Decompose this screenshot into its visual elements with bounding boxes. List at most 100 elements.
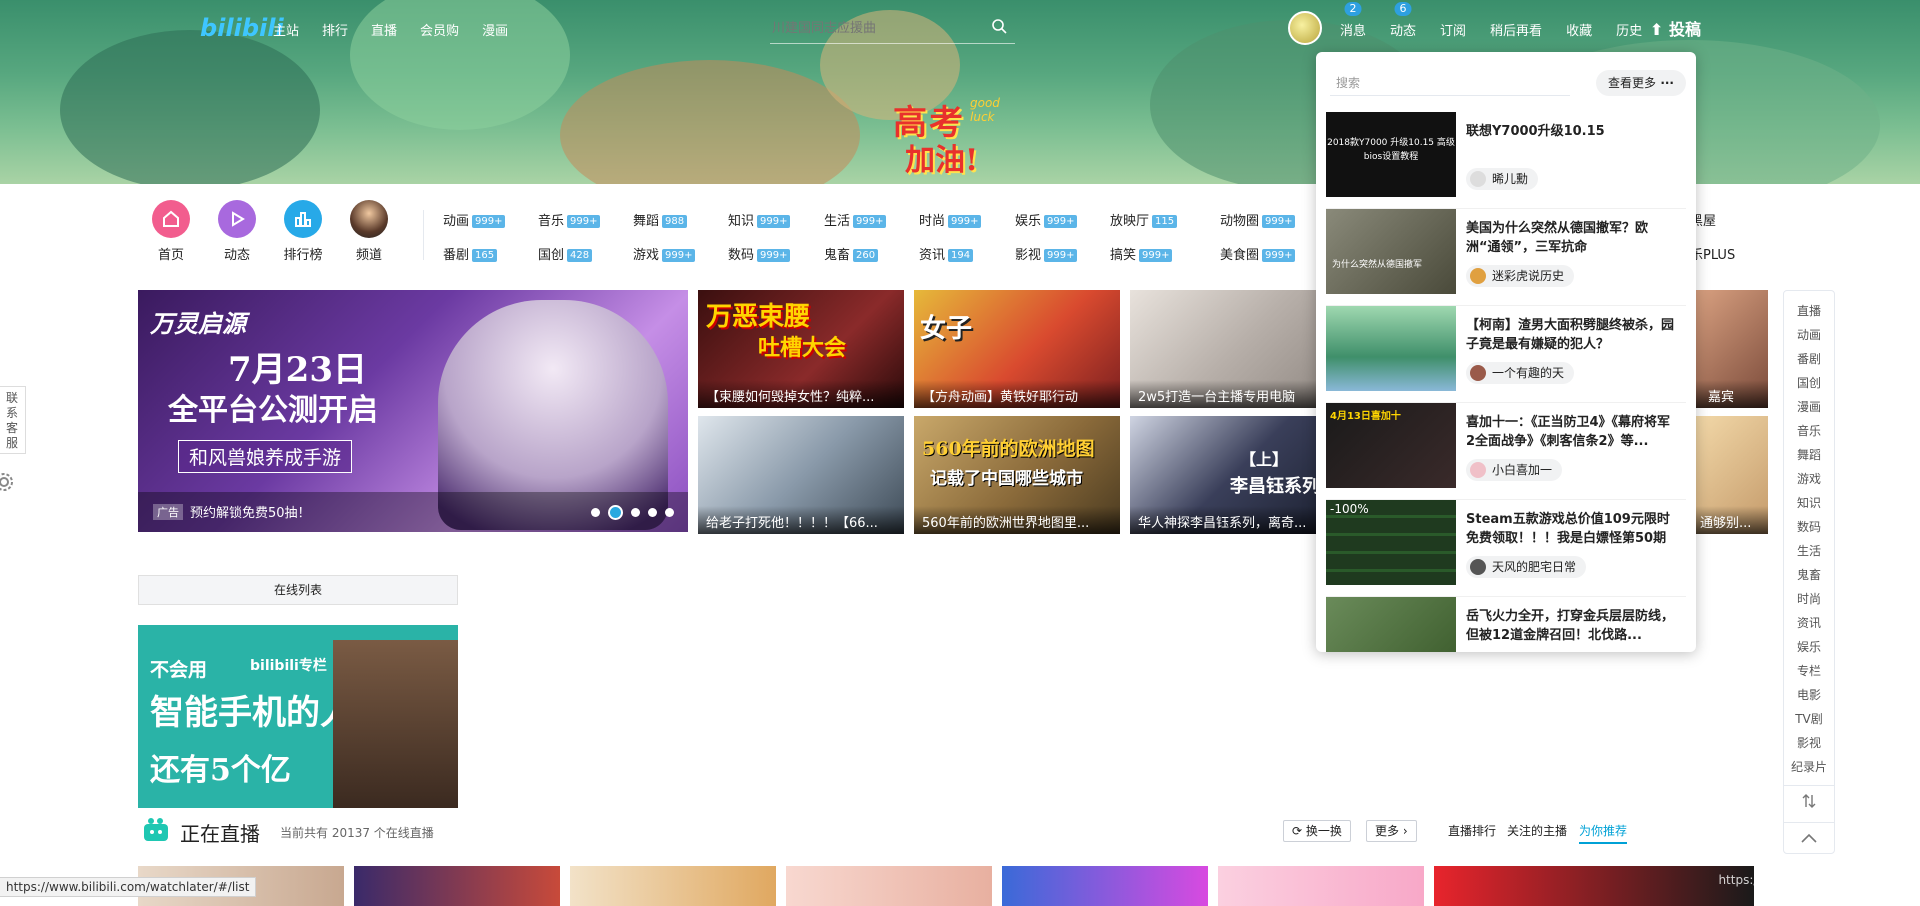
banner-carousel[interactable]: 万灵启源 7月23日 全平台公测开启 和风兽娘养成手游 广告 预约解锁免费50抽… xyxy=(138,290,688,532)
side-nav-item[interactable]: 时尚 xyxy=(1784,587,1834,611)
sort-icon[interactable] xyxy=(1784,786,1834,816)
video-card[interactable]: 【上】 李昌钰系列 华人神探李昌钰系列，离奇... xyxy=(1130,416,1336,534)
watch-later-search-input[interactable]: 搜索 xyxy=(1330,70,1570,96)
live-room-card[interactable] xyxy=(1002,866,1208,906)
refresh-button[interactable]: ⟳ 换一换 xyxy=(1283,820,1351,842)
video-title[interactable]: 美国为什么突然从德国撤军？欧洲“通领”，三军抗命 xyxy=(1466,219,1678,257)
list-item[interactable]: 为什么突然从德国撤军 美国为什么突然从德国撤军？欧洲“通领”，三军抗命 迷彩虎说… xyxy=(1326,209,1686,306)
live-room-card[interactable] xyxy=(1218,866,1424,906)
carousel-dot-active[interactable] xyxy=(608,505,623,520)
side-nav-item[interactable]: 纪录片 xyxy=(1784,755,1834,779)
tab-recommended[interactable]: 为你推荐 xyxy=(1579,822,1628,844)
side-nav-item[interactable]: 音乐 xyxy=(1784,419,1834,443)
video-card[interactable]: 万恶束腰 吐槽大会 【束腰如何毁掉女性？纯粹... xyxy=(698,290,904,408)
uploader-badge[interactable]: 天风的肥宅日常 xyxy=(1466,556,1587,578)
category-item[interactable]: 生活 999+ xyxy=(824,210,887,229)
category-item[interactable]: 鬼畜 260 xyxy=(824,244,879,263)
side-nav-item[interactable]: 知识 xyxy=(1784,491,1834,515)
nav-manga[interactable]: 漫画 xyxy=(482,20,508,39)
video-card[interactable]: 2w5打造一台主播专用电脑 xyxy=(1130,290,1336,408)
video-card-partial[interactable]: 嘉宾 xyxy=(1696,290,1768,408)
carousel-dot[interactable] xyxy=(631,508,640,517)
online-list-button[interactable]: 在线列表 xyxy=(138,575,458,605)
side-nav-item[interactable]: 数码 xyxy=(1784,515,1834,539)
video-card[interactable]: 560年前的欧洲地图 记载了中国哪些城市 560年前的欧洲世界地图里... xyxy=(914,416,1120,534)
category-item[interactable]: 美食圈 999+ xyxy=(1220,244,1296,263)
video-title[interactable]: 联想Y7000升级10.15 xyxy=(1466,122,1678,141)
category-item[interactable]: 动画 999+ xyxy=(443,210,506,229)
side-nav-item[interactable]: 娱乐 xyxy=(1784,635,1834,659)
column-promo-card[interactable]: 不会用 bilibili专栏 智能手机的人 还有5个亿 xyxy=(138,625,458,808)
side-nav-item[interactable]: 生活 xyxy=(1784,539,1834,563)
view-more-button[interactable]: 查看更多 ··· xyxy=(1596,70,1686,96)
video-title[interactable]: 【柯南】渣男大面积劈腿终被杀，园子竟是最有嫌疑的犯人？ xyxy=(1466,316,1678,354)
side-nav-item[interactable]: 直播 xyxy=(1784,299,1834,323)
category-item[interactable]: 放映厅 115 xyxy=(1110,210,1178,229)
bilibili-logo[interactable]: bilibili xyxy=(200,14,284,42)
category-item-partial[interactable]: 乐PLUS xyxy=(1690,244,1735,263)
live-room-card[interactable] xyxy=(354,866,560,906)
search-input[interactable] xyxy=(770,12,980,42)
gear-icon[interactable] xyxy=(0,472,14,492)
channel-home[interactable]: 首页 xyxy=(138,200,204,263)
carousel-dot[interactable] xyxy=(591,508,600,517)
category-item[interactable]: 国创 428 xyxy=(538,244,593,263)
category-item[interactable]: 娱乐 999+ xyxy=(1015,210,1078,229)
live-room-card[interactable] xyxy=(570,866,776,906)
channel-ranking[interactable]: 排行榜 xyxy=(270,200,336,263)
nav-home[interactable]: 主站 xyxy=(273,20,299,39)
category-item[interactable]: 资讯 194 xyxy=(919,244,974,263)
list-item[interactable]: 2018款Y7000 升级10.15 高级bios设置教程 联想Y7000升级1… xyxy=(1326,112,1686,209)
side-nav-item[interactable]: 漫画 xyxy=(1784,395,1834,419)
category-item[interactable]: 时尚 999+ xyxy=(919,210,982,229)
video-card-partial[interactable]: 通够别... xyxy=(1696,416,1768,534)
more-options-icon[interactable]: ··· xyxy=(1660,70,1674,96)
category-item[interactable]: 舞蹈 988 xyxy=(633,210,688,229)
side-nav-item[interactable]: 游戏 xyxy=(1784,467,1834,491)
video-title[interactable]: 喜加十一：《正当防卫4》《幕府将军2全面战争》《刺客信条2》等... xyxy=(1466,413,1678,451)
category-item[interactable]: 音乐 999+ xyxy=(538,210,601,229)
tab-live-ranking[interactable]: 直播排行 xyxy=(1448,822,1496,839)
side-nav-item[interactable]: 舞蹈 xyxy=(1784,443,1834,467)
nav-shop[interactable]: 会员购 xyxy=(420,20,459,39)
nav-history[interactable]: 历史 xyxy=(1616,20,1642,39)
video-title[interactable]: Steam五款游戏总价值109元限时免费领取！！！我是白嫖怪第50期 xyxy=(1466,510,1678,548)
side-nav-item[interactable]: 番剧 xyxy=(1784,347,1834,371)
category-item[interactable]: 知识 999+ xyxy=(728,210,791,229)
side-nav-item[interactable]: 国创 xyxy=(1784,371,1834,395)
live-ad-card[interactable] xyxy=(1434,866,1754,906)
category-item[interactable]: 数码 999+ xyxy=(728,244,791,263)
video-card[interactable]: 女子 【方舟动画】黄铁好耶行动 xyxy=(914,290,1120,408)
list-item[interactable]: -100% Steam五款游戏总价值109元限时免费领取！！！我是白嫖怪第50期… xyxy=(1326,500,1686,597)
category-item[interactable]: 游戏 999+ xyxy=(633,244,696,263)
side-nav-item[interactable]: 影视 xyxy=(1784,731,1834,755)
live-room-card[interactable] xyxy=(786,866,992,906)
channel-channels[interactable]: 频道 xyxy=(336,200,402,263)
list-item[interactable]: 【柯南】渣男大面积劈腿终被杀，园子竟是最有嫌疑的犯人？ 一个有趣的天 xyxy=(1326,306,1686,403)
tab-followed-streamers[interactable]: 关注的主播 xyxy=(1507,822,1567,839)
upload-button[interactable]: ⬆ 投稿 xyxy=(1650,16,1701,40)
contact-support-tab[interactable]: 联系客服 xyxy=(0,386,26,454)
nav-favorites[interactable]: 收藏 xyxy=(1566,20,1592,39)
back-to-top-icon[interactable] xyxy=(1784,823,1834,853)
nav-ranking[interactable]: 排行 xyxy=(322,20,348,39)
carousel-dot[interactable] xyxy=(648,508,657,517)
side-nav-item[interactable]: 鬼畜 xyxy=(1784,563,1834,587)
user-avatar[interactable] xyxy=(1288,11,1322,45)
uploader-badge[interactable]: 晞儿勳 xyxy=(1466,168,1539,190)
nav-watch-later[interactable]: 稍后再看 xyxy=(1490,20,1542,39)
carousel-dot[interactable] xyxy=(665,508,674,517)
uploader-badge[interactable]: 一个有趣的天 xyxy=(1466,362,1575,384)
nav-live[interactable]: 直播 xyxy=(371,20,397,39)
nav-messages[interactable]: 2 消息 xyxy=(1340,2,1366,39)
list-item[interactable]: 4月13日喜加十 喜加十一：《正当防卫4》《幕府将军2全面战争》《刺客信条2》等… xyxy=(1326,403,1686,500)
side-nav-item[interactable]: 电影 xyxy=(1784,683,1834,707)
search-icon[interactable] xyxy=(991,18,1007,34)
list-item[interactable]: 岳飞火力全开，打穿金兵层层防线，但被12道金牌召回！北伐路... xyxy=(1326,597,1686,652)
channel-dynamic[interactable]: 动态 xyxy=(204,200,270,263)
category-item[interactable]: 动物圈 999+ xyxy=(1220,210,1296,229)
video-title[interactable]: 岳飞火力全开，打穿金兵层层防线，但被12道金牌召回！北伐路... xyxy=(1466,607,1678,645)
side-nav-item[interactable]: 专栏 xyxy=(1784,659,1834,683)
nav-subscriptions[interactable]: 订阅 xyxy=(1440,20,1466,39)
category-item[interactable]: 影视 999+ xyxy=(1015,244,1078,263)
